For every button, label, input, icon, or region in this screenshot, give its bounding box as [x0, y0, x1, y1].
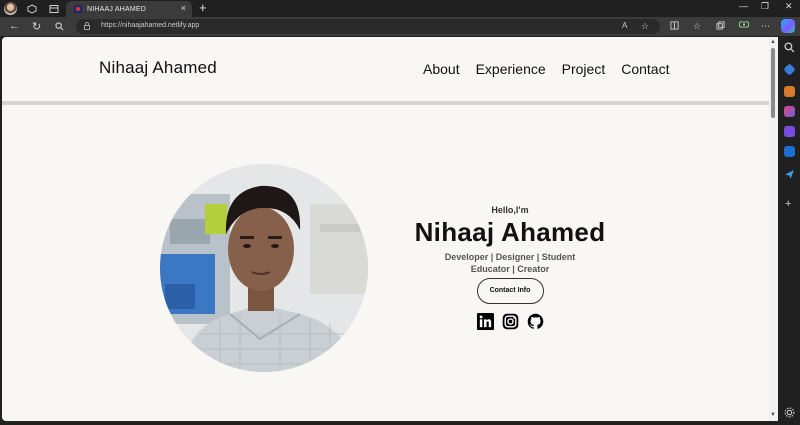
sidebar-search-icon[interactable] — [784, 42, 795, 53]
hero-section: Hello,I'm Nihaaj Ahamed Developer | Desi… — [404, 205, 616, 330]
nav-link-experience[interactable]: Experience — [476, 61, 546, 77]
browser-toolbar: ← ↻ https://nihaajahamed.netlify.app A ☆… — [0, 17, 800, 36]
sidebar-shopping-icon[interactable] — [783, 63, 796, 76]
extensions-icon[interactable] — [739, 21, 749, 32]
tab-bar: NIHAAJ AHAMED × + — ❐ ✕ — [0, 0, 800, 17]
github-icon[interactable] — [527, 313, 544, 330]
hero-roles-line2: Educator | Creator — [470, 264, 550, 274]
lock-icon[interactable] — [84, 22, 90, 30]
search-icon[interactable] — [55, 20, 64, 34]
tab-title: NIHAAJ AHAMED — [87, 5, 146, 13]
profile-photo — [160, 164, 368, 372]
linkedin-icon[interactable] — [476, 313, 494, 330]
hero-greeting: Hello,I'm — [491, 205, 529, 215]
refresh-icon[interactable]: ↻ — [32, 20, 41, 33]
copilot-icon[interactable] — [781, 19, 795, 33]
sidebar-copilot-icon[interactable] — [784, 126, 795, 137]
address-bar[interactable]: https://nihaajahamed.netlify.app A ☆ — [76, 19, 660, 34]
sidebar-games-icon[interactable] — [784, 106, 795, 117]
scroll-thumb[interactable] — [771, 48, 775, 118]
profile-avatar[interactable] — [4, 2, 17, 15]
sidebar-add-icon[interactable]: + — [785, 198, 791, 210]
social-links — [404, 313, 616, 330]
more-menu-icon[interactable]: ⋯ — [761, 21, 770, 32]
read-aloud-icon[interactable]: A — [622, 21, 627, 30]
new-tab-icon[interactable]: + — [199, 0, 207, 15]
scroll-up-icon[interactable]: ▲ — [770, 39, 776, 45]
close-window-icon[interactable]: ✕ — [785, 1, 793, 12]
favorites-icon[interactable]: ☆ — [693, 21, 701, 32]
page-viewport: Nihaaj Ahamed About Experience Project C… — [2, 37, 769, 421]
active-tab[interactable]: NIHAAJ AHAMED × — [66, 1, 192, 17]
browser-sidebar: + — [779, 36, 800, 425]
site-brand[interactable]: Nihaaj Ahamed — [99, 58, 217, 78]
sidebar-settings-icon[interactable] — [784, 407, 795, 418]
page-scrollbar[interactable]: ▲ ▼ — [769, 37, 778, 421]
site-nav: About Experience Project Contact — [423, 61, 669, 77]
scroll-down-icon[interactable]: ▼ — [770, 412, 776, 418]
nav-link-about[interactable]: About — [423, 61, 460, 77]
contact-info-button[interactable]: Contact Info — [476, 278, 544, 304]
collections-icon[interactable] — [716, 21, 725, 32]
header-divider — [2, 101, 769, 105]
sidebar-tools-icon[interactable] — [784, 86, 795, 97]
nav-link-contact[interactable]: Contact — [621, 61, 669, 77]
sidebar-send-icon[interactable] — [784, 167, 795, 179]
site-favicon-icon — [74, 5, 82, 13]
url-text[interactable]: https://nihaajahamed.netlify.app — [101, 22, 199, 29]
split-screen-icon[interactable] — [670, 21, 679, 32]
back-icon[interactable]: ← — [9, 20, 20, 32]
close-tab-icon[interactable]: × — [181, 3, 186, 13]
hero-name: Nihaaj Ahamed — [414, 217, 606, 247]
maximize-icon[interactable]: ❐ — [761, 1, 769, 12]
instagram-icon[interactable] — [502, 313, 519, 330]
hero-roles-line1: Developer | Designer | Student — [444, 252, 576, 262]
favorite-star-icon[interactable]: ☆ — [641, 21, 649, 32]
sidebar-outlook-icon[interactable] — [784, 146, 795, 157]
nav-link-project[interactable]: Project — [562, 61, 606, 77]
workspaces-icon[interactable] — [25, 2, 39, 16]
tab-actions-icon[interactable] — [47, 2, 61, 16]
minimize-icon[interactable]: — — [739, 1, 748, 11]
